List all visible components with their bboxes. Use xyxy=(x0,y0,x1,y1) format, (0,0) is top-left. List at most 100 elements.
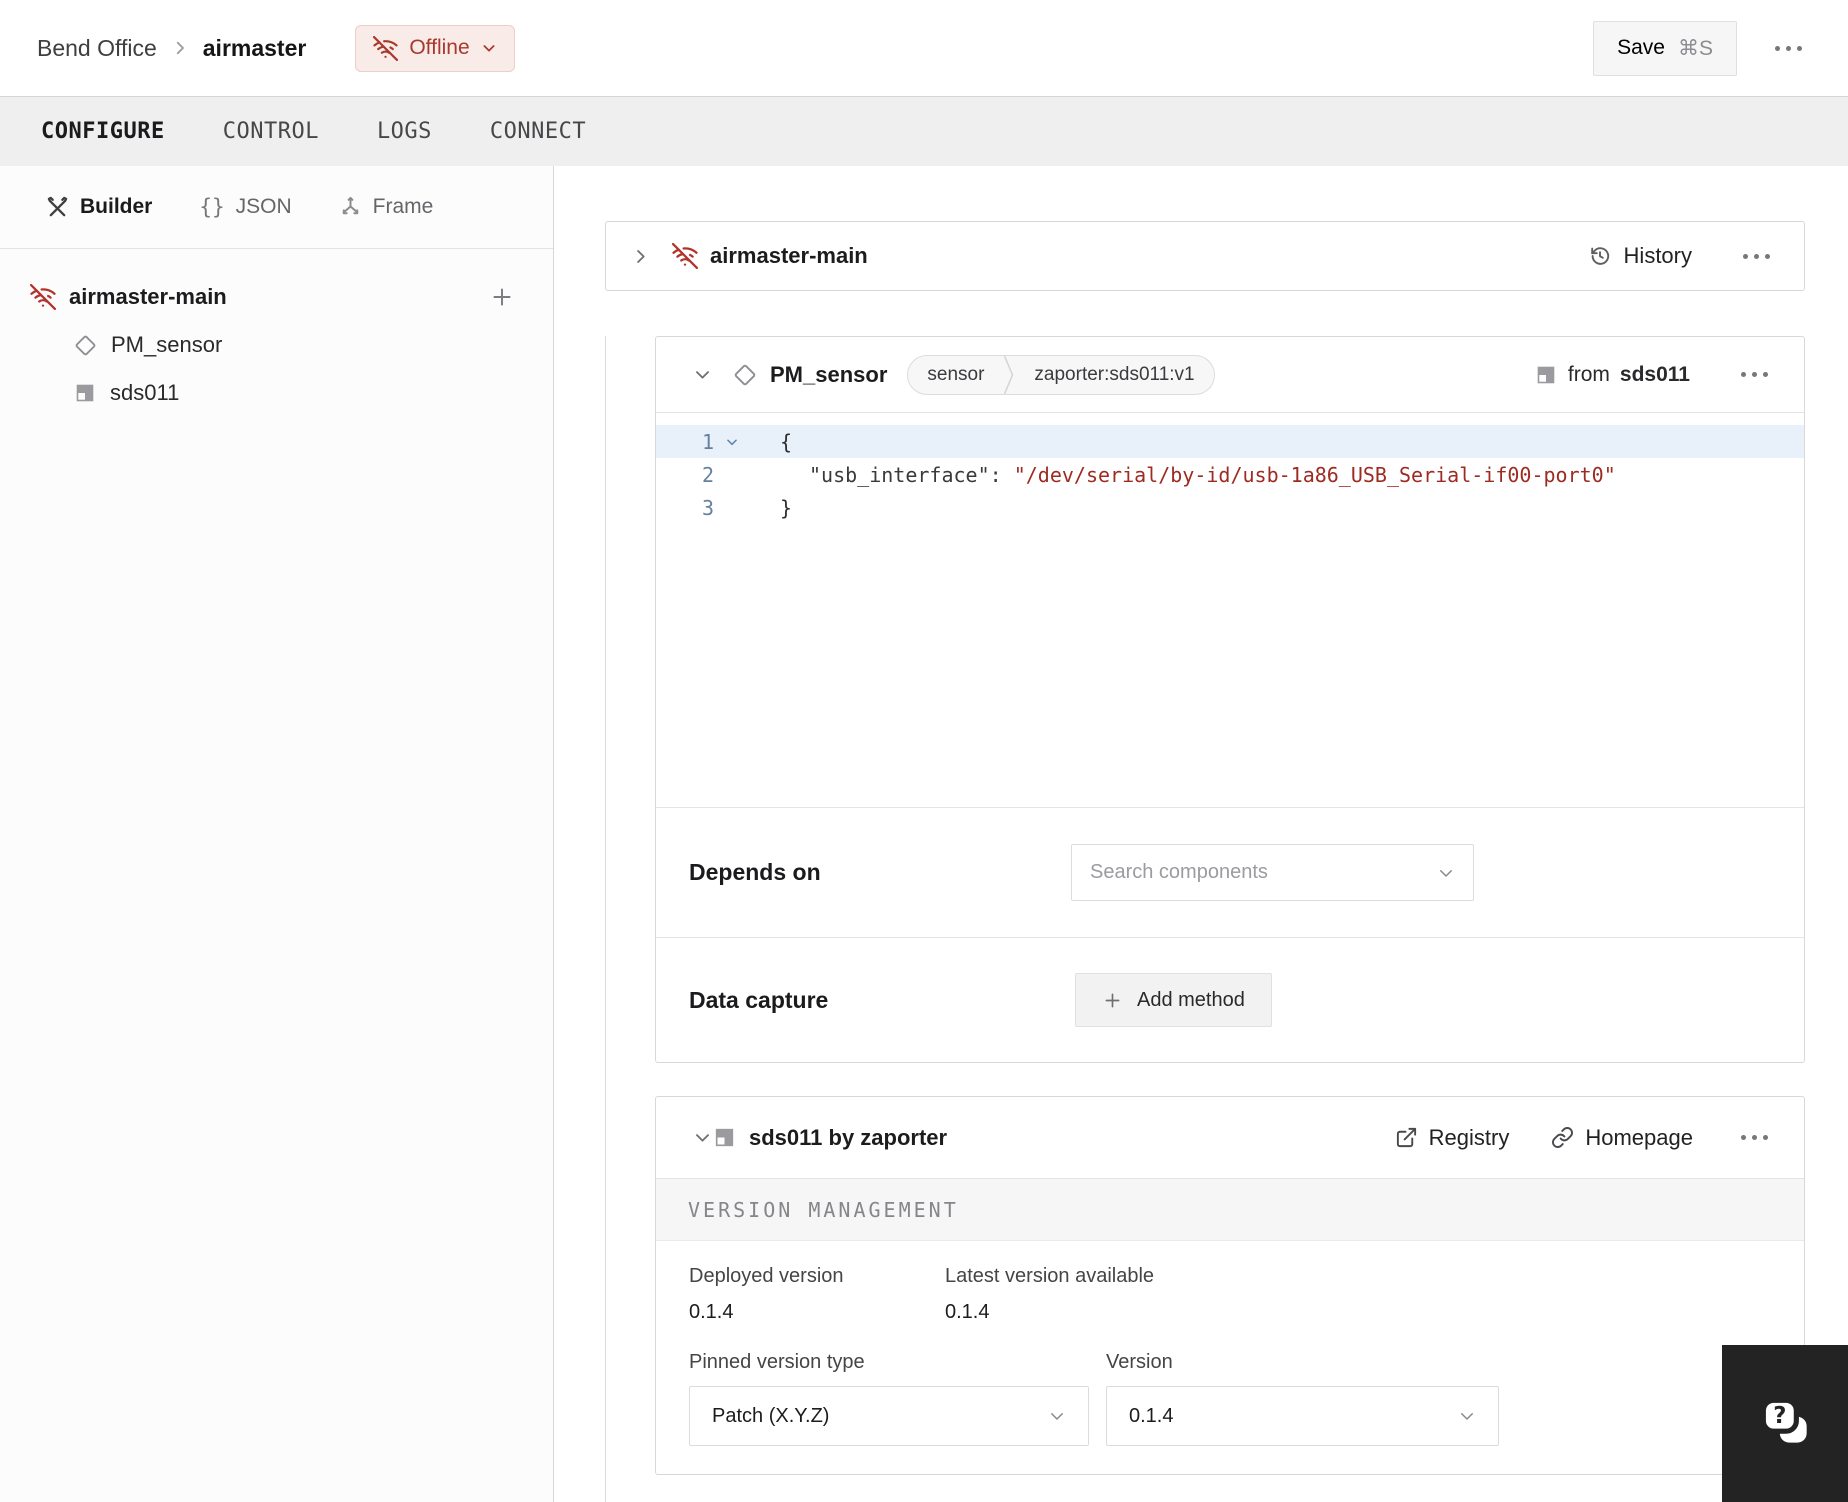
save-button-label: Save xyxy=(1617,36,1665,59)
module-overflow-menu[interactable] xyxy=(1735,1129,1774,1146)
history-label: History xyxy=(1623,243,1692,268)
wifi-off-icon xyxy=(373,35,399,61)
add-method-button[interactable]: Add method xyxy=(1075,973,1272,1027)
line-number: 3 xyxy=(701,495,714,520)
tab-logs[interactable]: LOGS xyxy=(348,97,461,166)
code-text: } xyxy=(780,495,793,520)
code-line-3[interactable]: 3 } xyxy=(656,491,1804,524)
collapse-chevron-down-icon[interactable] xyxy=(693,365,712,384)
pinned-version-type-field: Pinned version type Patch (X.Y.Z) xyxy=(689,1351,1089,1446)
tree-item-pm-sensor[interactable]: PM_sensor xyxy=(0,321,553,369)
top-header: Bend Office airmaster Offline Save ⌘S xyxy=(0,0,1848,96)
homepage-link[interactable]: Homepage xyxy=(1551,1125,1693,1151)
add-component-button[interactable] xyxy=(489,284,515,310)
latest-version-value: 0.1.4 xyxy=(945,1301,990,1323)
module-icon xyxy=(73,381,97,405)
breadcrumb-org-link[interactable]: Bend Office xyxy=(37,35,157,62)
code-line-1[interactable]: 1 { xyxy=(656,425,1804,458)
registry-link[interactable]: Registry xyxy=(1395,1124,1510,1151)
module-icon xyxy=(1534,363,1558,387)
mode-json[interactable]: {} JSON xyxy=(199,195,291,219)
line-number: 2 xyxy=(701,462,714,487)
module-card-sds011: sds011 by zaporter Registry Homepage VER… xyxy=(655,1096,1805,1475)
breadcrumb: Bend Office airmaster xyxy=(37,35,306,62)
pinned-version-type-label: Pinned version type xyxy=(689,1351,865,1373)
frame-icon xyxy=(339,196,362,219)
component-type-tag: sensor xyxy=(927,363,985,385)
diamond-icon xyxy=(73,333,98,358)
wifi-off-icon xyxy=(30,284,56,310)
depends-on-label: Depends on xyxy=(689,859,821,885)
code-line-2[interactable]: 2 "usb_interface": "/dev/serial/by-id/us… xyxy=(656,458,1804,491)
save-button[interactable]: Save ⌘S xyxy=(1593,20,1737,76)
machine-status-dropdown[interactable]: Offline xyxy=(355,24,515,72)
config-sidebar: Builder {} JSON Frame airmaster-main PM_… xyxy=(0,166,554,1502)
mode-builder[interactable]: Builder xyxy=(46,195,152,219)
from-module-link[interactable]: from sds011 xyxy=(1534,363,1690,387)
expand-chevron-right-icon[interactable] xyxy=(631,247,650,266)
fold-chevron-down-icon[interactable] xyxy=(714,435,750,449)
code-text: "usb_interface": "/dev/serial/by-id/usb-… xyxy=(750,463,1616,487)
chevron-right-icon xyxy=(171,39,189,57)
version-dropdown[interactable]: 0.1.4 xyxy=(1106,1386,1499,1446)
tab-configure[interactable]: CONFIGURE xyxy=(12,97,194,166)
tree-item-airmaster-main[interactable]: airmaster-main xyxy=(0,273,553,321)
braces-icon: {} xyxy=(199,195,225,219)
component-title: PM_sensor xyxy=(770,361,888,387)
tag-divider-icon xyxy=(1003,355,1015,394)
header-overflow-menu[interactable] xyxy=(1769,40,1808,57)
version-management-section-title: VERSION MANAGEMENT xyxy=(656,1179,1804,1241)
resource-tree: airmaster-main PM_sensor sds011 xyxy=(0,249,553,417)
component-card-pm-sensor: PM_sensor sensor zaporter:sds011:v1 from… xyxy=(655,336,1805,1063)
wifi-off-icon xyxy=(672,243,698,269)
tree-item-sds011[interactable]: sds011 xyxy=(0,369,553,417)
from-module-name: sds011 xyxy=(1619,362,1690,386)
search-components-input[interactable] xyxy=(1090,861,1437,884)
attributes-code-editor[interactable]: 1 { 2 "usb_interface": "/dev/serial/by-i… xyxy=(656,413,1804,807)
collapse-chevron-down-icon[interactable] xyxy=(693,1128,712,1147)
machine-tab-bar: CONFIGURE CONTROL LOGS CONNECT xyxy=(0,96,1848,166)
pinned-version-type-dropdown[interactable]: Patch (X.Y.Z) xyxy=(689,1386,1089,1446)
chevron-down-icon xyxy=(481,40,497,56)
version-management-content: Deployed version 0.1.4 Latest version av… xyxy=(656,1241,1804,1474)
data-capture-section: Data capture Add method xyxy=(656,937,1804,1062)
module-title: sds011 by zaporter xyxy=(749,1124,948,1150)
tree-item-label: sds011 xyxy=(110,380,180,405)
module-icon xyxy=(712,1125,737,1150)
line-number: 1 xyxy=(701,429,714,454)
registry-label: Registry xyxy=(1428,1124,1510,1150)
mode-builder-label: Builder xyxy=(80,195,153,218)
from-prefix: from xyxy=(1567,362,1610,386)
chevron-down-icon xyxy=(1048,1407,1066,1425)
component-type-model-tag: sensor zaporter:sds011:v1 xyxy=(907,354,1215,395)
link-icon xyxy=(1551,1126,1574,1149)
mode-json-label: JSON xyxy=(235,195,292,218)
help-button[interactable]: ? xyxy=(1722,1345,1848,1502)
code-text: { xyxy=(780,429,793,454)
tools-icon xyxy=(46,196,69,219)
data-capture-label: Data capture xyxy=(689,986,829,1013)
deployed-version-value: 0.1.4 xyxy=(689,1301,734,1323)
depends-on-select[interactable] xyxy=(1071,844,1474,901)
body-layout: Builder {} JSON Frame airmaster-main PM_… xyxy=(0,166,1848,1502)
tree-item-label: airmaster-main xyxy=(69,284,227,309)
pm-sensor-overflow-menu[interactable] xyxy=(1735,366,1774,383)
part-title: airmaster-main xyxy=(710,243,868,268)
plus-icon xyxy=(1102,990,1123,1011)
deployed-version-label: Deployed version xyxy=(689,1265,844,1287)
version-label: Version xyxy=(1106,1351,1173,1373)
part-overflow-menu[interactable] xyxy=(1737,248,1776,265)
tab-control[interactable]: CONTROL xyxy=(194,97,348,166)
status-badge-label: Offline xyxy=(409,36,470,59)
history-button[interactable]: History xyxy=(1588,243,1692,269)
code-string-value: "/dev/serial/by-id/usb-1a86_USB_Serial-i… xyxy=(1013,462,1616,487)
breadcrumb-machine-name: airmaster xyxy=(202,34,307,61)
tree-item-label: PM_sensor xyxy=(111,332,223,357)
add-method-label: Add method xyxy=(1137,988,1245,1011)
config-main: airmaster-main History PM_sensor sensor … xyxy=(554,166,1848,1502)
history-clock-icon xyxy=(1588,244,1612,268)
latest-version-field: Latest version available 0.1.4 xyxy=(945,1265,1154,1324)
mode-frame[interactable]: Frame xyxy=(339,195,433,219)
tab-connect[interactable]: CONNECT xyxy=(461,97,615,166)
code-key: "usb_interface": xyxy=(809,462,1002,487)
